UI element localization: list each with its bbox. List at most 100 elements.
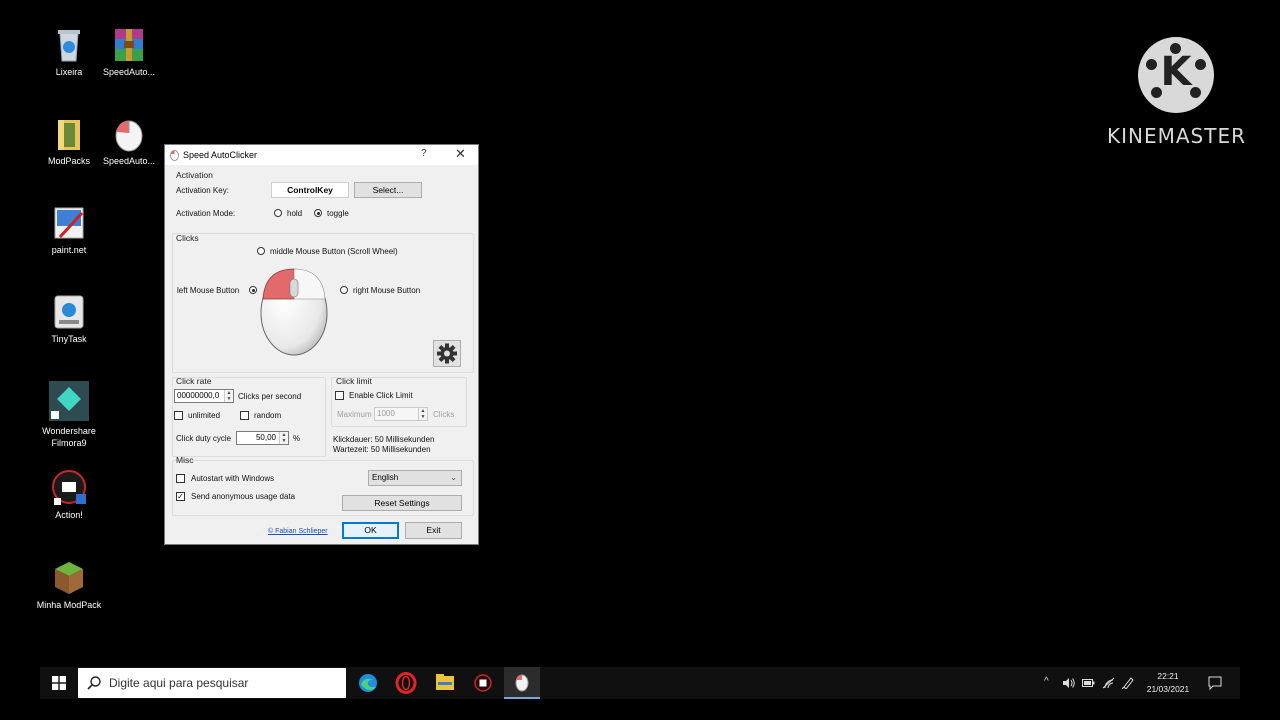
spinner-arrows-icon[interactable]: ▲ ▼ [279,432,288,444]
unlimited-checkbox[interactable] [174,411,183,420]
author-link[interactable]: © Fabian Schlieper [268,528,328,535]
desktop-icon-speedauto-app[interactable]: SpeedAuto... [94,116,164,167]
pen-icon[interactable] [1122,676,1135,689]
taskbar-search-box[interactable]: Digite aqui para pesquisar [78,668,346,698]
kinemaster-logo-letter: K [1160,49,1192,95]
mouse-icon [170,150,179,161]
recycle-bin-icon [52,27,86,63]
search-icon [87,676,101,690]
maximum-clicks-input[interactable]: 1000 ▲ ▼ [374,407,428,421]
select-key-button[interactable]: Select... [354,182,422,198]
notification-center-icon[interactable] [1208,676,1222,690]
title-bar[interactable]: Speed AutoClicker ? ✕ [165,145,478,165]
desktop-icon-paintnet[interactable]: paint.net [34,205,104,256]
windows-start-icon[interactable] [52,676,66,690]
folder-icon [436,674,454,690]
edge-browser-icon [359,674,377,692]
duty-cycle-value: 50,00 [255,433,276,442]
taskbar: Digite aqui para pesquisar ^ 22:21 21/03… [40,667,1240,699]
language-select[interactable]: English ⌄ [368,470,462,486]
mode-hold-label: hold [287,209,303,218]
activation-section-title: Activation [176,170,213,180]
kinemaster-logo: K [1138,37,1214,113]
activation-key-display: ControlKey [271,182,349,198]
spinner-arrows-icon[interactable]: ▲ ▼ [224,390,233,402]
unlimited-label: unlimited [188,411,221,420]
taskbar-file-explorer[interactable] [427,667,463,699]
desktop-icon-label: TinyTask [51,334,87,344]
help-button[interactable]: ? [421,148,427,159]
autostart-checkbox[interactable] [176,474,185,483]
wifi-icon[interactable] [1102,677,1115,689]
folder-icon [52,116,86,152]
paint-net-icon [52,205,86,241]
duty-cycle-input[interactable]: 50,00 ▲ ▼ [236,431,289,445]
desktop-icon-speedauto-archive[interactable]: SpeedAuto... [94,27,164,78]
mode-toggle-radio[interactable] [314,209,322,217]
clicks-per-second-value: 00000000,0 [177,391,220,400]
minecraft-icon [52,560,86,596]
mode-hold-radio[interactable] [274,209,282,217]
desktop-icon-action[interactable]: Action! [34,470,104,521]
enable-click-limit-checkbox[interactable] [335,391,344,400]
maximum-clicks-value: 1000 [377,409,395,418]
ok-button[interactable]: OK [342,522,399,539]
spinner-arrows-icon[interactable]: ▲ ▼ [418,408,427,420]
click-rate-section-title: Click rate [176,376,212,386]
winrar-archive-icon [112,27,146,63]
mouse-illustration [260,268,328,356]
right-button-label: right Mouse Button [353,286,421,295]
mouse-icon [112,116,146,152]
desktop-icon-label: Minha ModPack [36,600,102,610]
anonymous-data-label: Send anonymous usage data [191,492,296,501]
maximum-clicks-unit: Clicks [433,410,455,419]
maximum-label: Maximum [337,410,372,419]
mouse-icon [515,674,529,692]
left-button-label: left Mouse Button [177,286,240,295]
reset-settings-button[interactable]: Reset Settings [342,495,462,511]
random-label: random [254,411,282,420]
anonymous-data-checkbox[interactable]: ✓ [176,492,185,501]
activation-mode-label: Activation Mode: [176,209,236,218]
enable-click-limit-label: Enable Click Limit [349,391,413,400]
close-button[interactable]: ✕ [455,146,466,162]
taskbar-action[interactable] [465,667,501,699]
search-placeholder: Digite aqui para pesquisar [109,676,249,690]
desktop-icon-label: SpeedAuto... [102,156,156,166]
filmora-icon [49,381,89,421]
opera-browser-icon [395,672,417,694]
middle-button-label: middle Mouse Button (Scroll Wheel) [270,247,398,256]
desktop-icon-filmora[interactable]: Wondershare Filmora9 [34,381,104,449]
misc-section-title: Misc [176,455,194,465]
mode-toggle-label: toggle [327,209,349,218]
random-checkbox[interactable] [240,411,249,420]
left-button-radio[interactable] [249,286,257,294]
taskbar-speed-autoclicker[interactable] [504,667,540,699]
language-select-value: English [372,473,399,482]
kinemaster-watermark: KINEMASTER [1107,124,1246,148]
settings-button[interactable] [433,340,461,367]
desktop-icon-label: Wondershare Filmora9 [42,426,96,448]
taskbar-edge[interactable] [350,667,386,699]
clicks-per-second-input[interactable]: 00000000,0 ▲ ▼ [174,389,234,403]
desktop-icon-tinytask[interactable]: TinyTask [34,294,104,345]
middle-button-radio[interactable] [257,247,265,255]
clock-time: 22:21 [1157,671,1179,681]
clicks-section-title: Clicks [176,233,199,243]
speaker-icon[interactable] [1062,677,1076,689]
taskbar-opera[interactable] [388,667,424,699]
battery-icon[interactable] [1082,678,1095,688]
click-duration-info: Klickdauer: 50 Millisekunden [333,435,435,444]
action-recorder-icon [52,470,86,506]
duty-cycle-label: Click duty cycle [176,434,232,443]
tray-overflow-icon[interactable]: ^ [1044,676,1049,687]
action-recorder-icon [474,674,492,692]
autostart-label: Autostart with Windows [191,474,275,483]
taskbar-clock[interactable]: 22:21 21/03/2021 [1140,670,1196,696]
desktop-icon-label: paint.net [51,245,87,255]
right-button-radio[interactable] [340,286,348,294]
clock-date: 21/03/2021 [1146,684,1190,694]
click-limit-section-title: Click limit [336,376,372,386]
exit-button[interactable]: Exit [405,522,462,539]
desktop-icon-minha-modpack[interactable]: Minha ModPack [34,560,104,611]
